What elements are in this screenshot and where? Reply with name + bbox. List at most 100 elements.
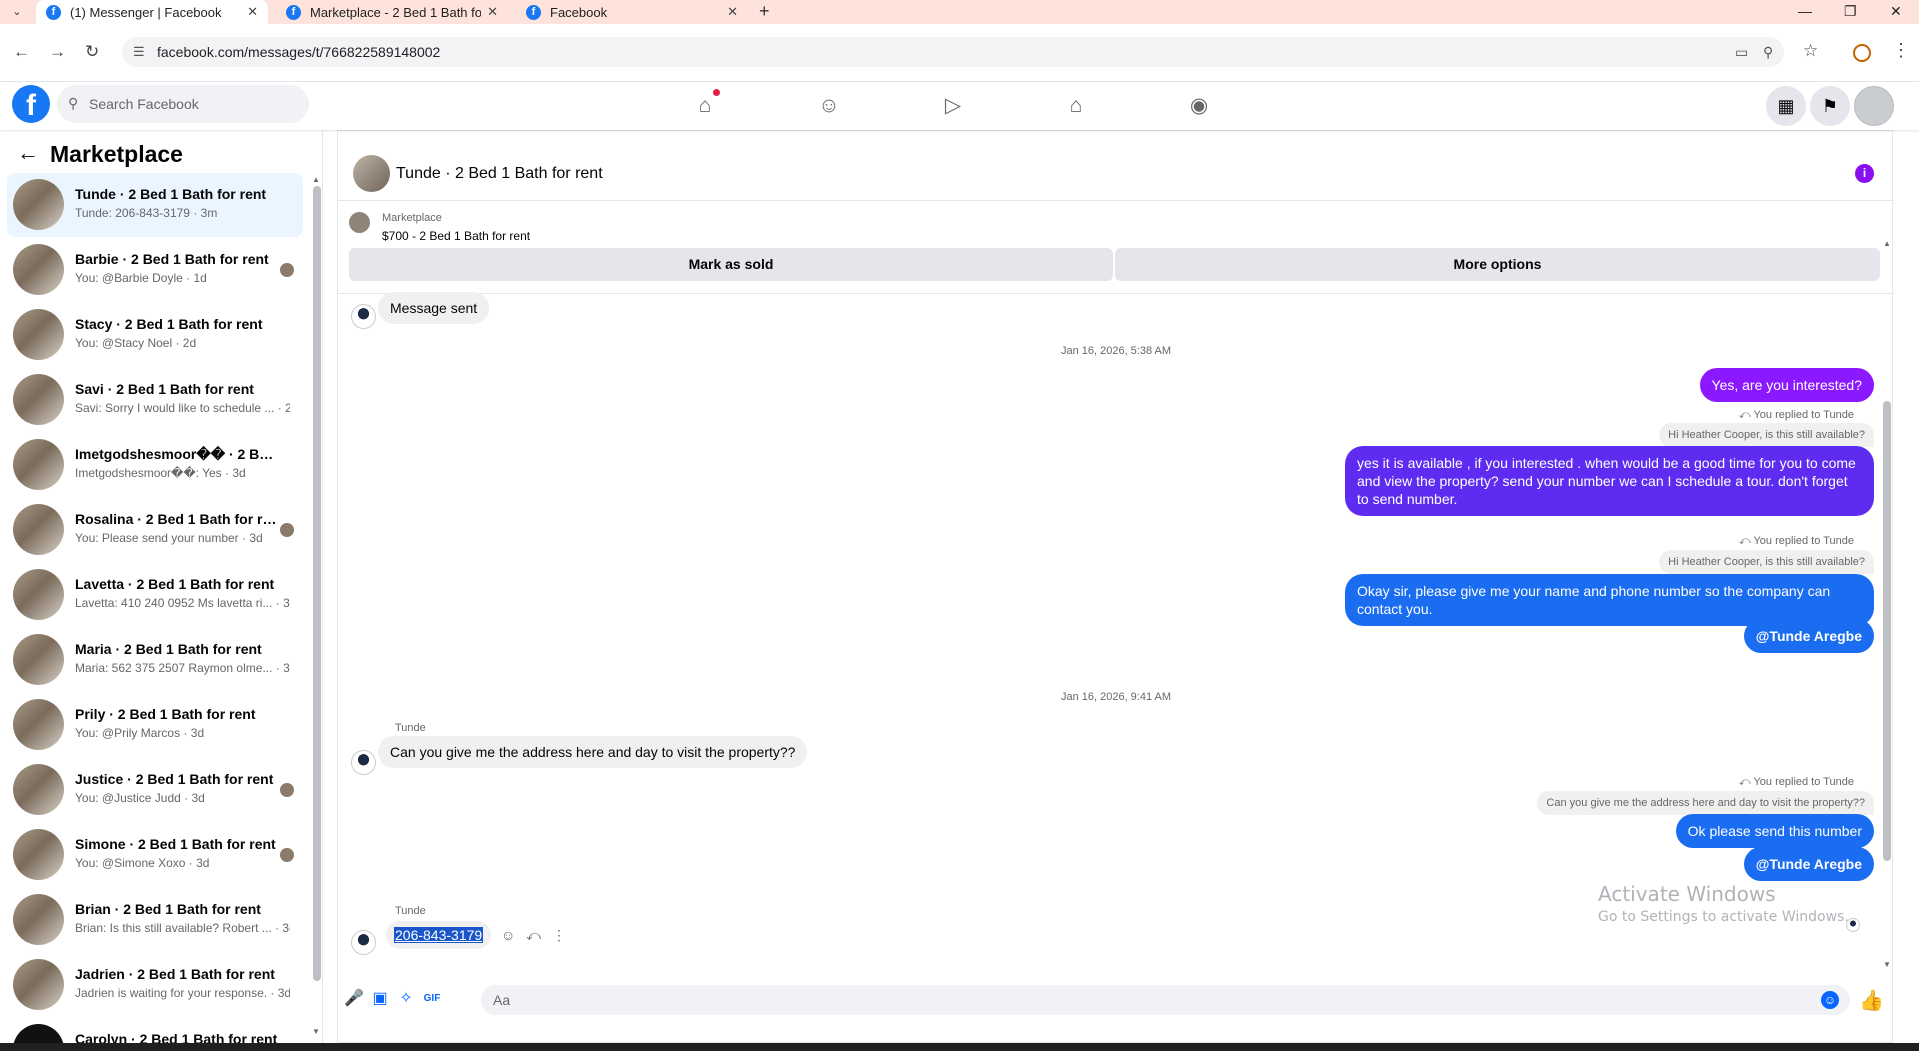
conversation-name: Tunde · 2 Bed 1 Bath for rent bbox=[75, 186, 267, 202]
reply-label: ⤺ You replied to Tunde bbox=[1738, 535, 1854, 547]
bookmark-star-icon[interactable]: ☆ bbox=[1803, 41, 1818, 61]
more-actions-icon[interactable]: ⋮ bbox=[552, 927, 566, 944]
facebook-header: f ⚲ Search Facebook ⌂ ☺ ▷ ⌂ ◉ ▦ ⚑ bbox=[0, 82, 1919, 130]
scroll-down-icon[interactable]: ▼ bbox=[312, 1027, 320, 1036]
activate-windows-subtitle: Go to Settings to activate Windows. bbox=[1598, 909, 1849, 925]
conversation-preview: You: @Stacy Noel · 2d bbox=[75, 336, 197, 350]
scroll-up-icon[interactable]: ▲ bbox=[1883, 239, 1891, 248]
zoom-icon[interactable]: ⚲ bbox=[1763, 44, 1773, 61]
message-bubble-incoming[interactable]: 206-843-3179 bbox=[386, 921, 492, 949]
conversation-item[interactable]: Imetgodshesmoor�� · 2 Bed 1 ... Imetgods… bbox=[7, 433, 303, 497]
conversation-item[interactable]: Simone · 2 Bed 1 Bath for rent You: @Sim… bbox=[7, 823, 303, 887]
message-bubble-incoming[interactable]: Can you give me the address here and day… bbox=[378, 736, 808, 768]
conversation-item[interactable]: Jadrien · 2 Bed 1 Bath for rent Jadrien … bbox=[7, 953, 303, 1017]
reply-quote[interactable]: Hi Heather Cooper, is this still availab… bbox=[1659, 550, 1874, 574]
browser-tab-facebook[interactable]: f Facebook ✕ bbox=[516, 0, 748, 24]
conversation-preview: Tunde: 206-843-3179 · 3m bbox=[75, 206, 218, 220]
conversation-item[interactable]: Tunde · 2 Bed 1 Bath for rent Tunde: 206… bbox=[7, 173, 303, 237]
close-tab-icon[interactable]: ✕ bbox=[727, 4, 738, 20]
back-arrow-icon[interactable]: ← bbox=[17, 140, 39, 166]
conversation-item[interactable]: Prily · 2 Bed 1 Bath for rent You: @Pril… bbox=[7, 693, 303, 757]
install-app-icon[interactable]: ▭ bbox=[1735, 44, 1748, 61]
message-input[interactable]: Aa ☺ bbox=[481, 985, 1850, 1015]
browser-menu-icon[interactable]: ⋮ bbox=[1892, 40, 1910, 61]
notifications-bell-icon[interactable]: ⚑ bbox=[1810, 86, 1850, 126]
message-bubble-outgoing[interactable]: Ok please send this number bbox=[1675, 814, 1874, 848]
mention-bubble[interactable]: @Tunde Aregbe bbox=[1743, 847, 1874, 881]
seen-avatar bbox=[1846, 918, 1860, 932]
chat-listing-thumbnail[interactable] bbox=[353, 155, 390, 192]
browser-profile-icon[interactable] bbox=[1853, 44, 1871, 62]
listing-thumbnail[interactable] bbox=[349, 212, 370, 233]
conversation-item[interactable]: Stacy · 2 Bed 1 Bath for rent You: @Stac… bbox=[7, 303, 303, 367]
window-close-icon[interactable]: ✕ bbox=[1890, 0, 1902, 22]
facebook-logo-icon[interactable]: f bbox=[12, 85, 50, 123]
mark-as-sold-button[interactable]: Mark as sold bbox=[349, 248, 1113, 281]
restore-icon[interactable]: ❐ bbox=[1844, 0, 1857, 22]
close-tab-icon[interactable]: ✕ bbox=[247, 4, 258, 20]
close-tab-icon[interactable]: ✕ bbox=[487, 4, 498, 20]
conversation-item[interactable]: Savi · 2 Bed 1 Bath for rent Savi: Sorry… bbox=[7, 368, 303, 432]
phone-number-link[interactable]: 206-843-3179 bbox=[394, 927, 484, 943]
account-avatar[interactable] bbox=[1854, 86, 1894, 126]
scroll-up-icon[interactable]: ▲ bbox=[312, 175, 320, 184]
back-arrow-icon[interactable]: ← bbox=[13, 42, 30, 62]
listing-thumbnail bbox=[13, 244, 64, 295]
seen-avatar bbox=[280, 848, 294, 862]
info-icon[interactable]: i bbox=[1855, 164, 1874, 183]
conversation-preview: You: Please send your number · 3d bbox=[75, 531, 263, 545]
message-bubble-outgoing[interactable]: Yes, are you interested? bbox=[1699, 368, 1874, 402]
tab-list-icon[interactable]: ⌄ bbox=[8, 3, 26, 21]
conversation-name: Jadrien · 2 Bed 1 Bath for rent bbox=[75, 966, 275, 982]
reply-icon[interactable]: ⤺ bbox=[526, 927, 541, 944]
like-thumbs-up-icon[interactable]: 👍 bbox=[1859, 988, 1884, 1013]
minimize-icon[interactable]: — bbox=[1798, 0, 1812, 22]
conversation-preview: You: @Simone Xoxo · 3d bbox=[75, 856, 210, 870]
facebook-search-input[interactable]: ⚲ Search Facebook bbox=[57, 85, 309, 123]
message-bubble-incoming[interactable]: Message sent bbox=[378, 292, 490, 324]
chat-scrollbar[interactable] bbox=[1883, 401, 1891, 861]
listing-thumbnail bbox=[13, 699, 64, 750]
forward-arrow-icon[interactable]: → bbox=[49, 42, 66, 62]
timestamp: Jan 16, 2026, 9:41 AM bbox=[1060, 691, 1172, 703]
emoji-icon[interactable]: ☺ bbox=[1821, 991, 1839, 1009]
conversation-preview: You: @Prily Marcos · 3d bbox=[75, 726, 205, 740]
marketplace-icon[interactable]: ⌂ bbox=[1061, 91, 1091, 121]
mention-bubble[interactable]: @Tunde Aregbe bbox=[1743, 619, 1874, 653]
photo-icon[interactable]: ▣ bbox=[370, 989, 390, 1009]
reload-icon[interactable]: ↻ bbox=[85, 42, 99, 62]
microphone-icon[interactable]: 🎤 bbox=[344, 989, 364, 1009]
conversation-item[interactable]: Justice · 2 Bed 1 Bath for rent You: @Ju… bbox=[7, 758, 303, 822]
scroll-down-icon[interactable]: ▼ bbox=[1883, 960, 1891, 969]
conversation-item[interactable]: Carolyn · 2 Bed 1 Bath for rent bbox=[7, 1018, 303, 1043]
sidebar-scrollbar[interactable] bbox=[313, 186, 321, 981]
menu-grid-icon[interactable]: ▦ bbox=[1766, 86, 1806, 126]
address-bar[interactable]: ☰ facebook.com/messages/t/76682258914800… bbox=[122, 37, 1784, 67]
more-options-button[interactable]: More options bbox=[1115, 248, 1880, 281]
chat-title[interactable]: Tunde · 2 Bed 1 Bath for rent bbox=[396, 165, 603, 183]
conversation-item[interactable]: Maria · 2 Bed 1 Bath for rent Maria: 562… bbox=[7, 628, 303, 692]
conversation-item[interactable]: Barbie · 2 Bed 1 Bath for rent You: @Bar… bbox=[7, 238, 303, 302]
sticker-icon[interactable]: ✧ bbox=[396, 989, 416, 1009]
browser-tab-messenger[interactable]: f (1) Messenger | Facebook ✕ bbox=[36, 0, 268, 24]
friends-icon[interactable]: ☺ bbox=[814, 91, 844, 121]
message-bubble-outgoing[interactable]: yes it is available , if you interested … bbox=[1345, 446, 1874, 516]
gif-icon[interactable]: GIF bbox=[422, 989, 442, 1009]
site-info-icon[interactable]: ☰ bbox=[133, 44, 145, 60]
reply-quote[interactable]: Can you give me the address here and day… bbox=[1537, 791, 1874, 815]
sidebar-title: Marketplace bbox=[50, 141, 183, 167]
browser-tab-marketplace[interactable]: f Marketplace - 2 Bed 1 Bath for ✕ bbox=[276, 0, 508, 24]
url-text[interactable]: facebook.com/messages/t/766822589148002 bbox=[157, 44, 440, 60]
groups-icon[interactable]: ◉ bbox=[1184, 91, 1214, 121]
listing-title[interactable]: $700 - 2 Bed 1 Bath for rent bbox=[382, 229, 530, 243]
conversation-item[interactable]: Lavetta · 2 Bed 1 Bath for rent Lavetta:… bbox=[7, 563, 303, 627]
video-icon[interactable]: ▷ bbox=[938, 91, 968, 121]
message-thread: Message sent Jan 16, 2026, 5:38 AM Yes, … bbox=[338, 292, 1894, 955]
conversation-item[interactable]: Rosalina · 2 Bed 1 Bath for rent You: Pl… bbox=[7, 498, 303, 562]
conversation-item[interactable]: Brian · 2 Bed 1 Bath for rent Brian: Is … bbox=[7, 888, 303, 952]
reply-quote[interactable]: Hi Heather Cooper, is this still availab… bbox=[1659, 423, 1874, 447]
react-emoji-icon[interactable]: ☺ bbox=[501, 927, 515, 943]
listing-thumbnail bbox=[13, 634, 64, 685]
new-tab-icon[interactable]: + bbox=[759, 1, 770, 22]
listing-thumbnail bbox=[13, 959, 64, 1010]
